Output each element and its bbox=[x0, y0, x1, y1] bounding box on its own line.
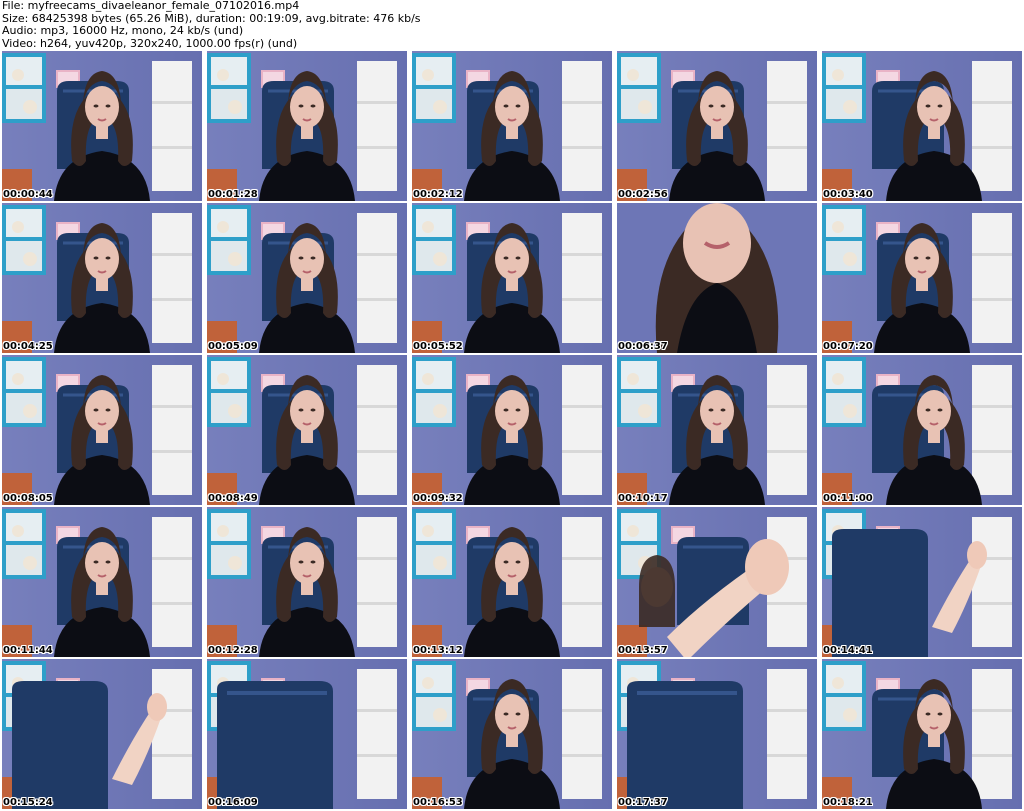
thumbnail-timestamp: 00:16:09 bbox=[208, 797, 258, 808]
thumbnail-frame-image bbox=[207, 355, 407, 505]
thumbnail-frame-image bbox=[822, 507, 1022, 657]
video-thumbnail: 00:14:41 bbox=[822, 507, 1022, 657]
thumbnail-timestamp: 00:16:53 bbox=[413, 797, 463, 808]
thumbnail-frame-image bbox=[207, 203, 407, 353]
audio-info-line: Audio: mp3, 16000 Hz, mono, 24 kb/s (und… bbox=[2, 24, 244, 37]
thumbnail-frame-image bbox=[207, 507, 407, 657]
video-thumbnail: 00:08:05 bbox=[2, 355, 202, 505]
video-thumbnail: 00:02:12 bbox=[412, 51, 612, 201]
video-thumbnail: 00:04:25 bbox=[2, 203, 202, 353]
video-thumbnail: 00:05:09 bbox=[207, 203, 407, 353]
thumbnail-timestamp: 00:13:57 bbox=[618, 645, 668, 656]
thumbnail-timestamp: 00:04:25 bbox=[3, 341, 53, 352]
video-thumbnail: 00:07:20 bbox=[822, 203, 1022, 353]
thumbnail-frame-image bbox=[617, 355, 817, 505]
thumbnail-frame-image bbox=[412, 51, 612, 201]
video-thumbnail: 00:06:37 bbox=[617, 203, 817, 353]
thumbnail-timestamp: 00:09:32 bbox=[413, 493, 463, 504]
thumbnail-frame-image bbox=[2, 203, 202, 353]
thumbnail-timestamp: 00:00:44 bbox=[3, 189, 53, 200]
video-info-line: Video: h264, yuv420p, 320x240, 1000.00 f… bbox=[2, 36, 298, 50]
file-name-line: File: myfreecams_divaeleanor_female_0710… bbox=[2, 0, 300, 12]
thumbnail-frame-image bbox=[617, 51, 817, 201]
file-info-header: File: myfreecams_divaeleanor_female_0710… bbox=[2, 0, 1022, 50]
thumbnail-frame-image bbox=[2, 51, 202, 201]
video-thumbnail: 00:10:17 bbox=[617, 355, 817, 505]
thumbnail-frame-image bbox=[822, 659, 1022, 809]
video-thumbnail: 00:09:32 bbox=[412, 355, 612, 505]
thumbnail-frame-image bbox=[207, 51, 407, 201]
thumbnail-timestamp: 00:18:21 bbox=[823, 797, 873, 808]
thumbnail-frame-image bbox=[2, 355, 202, 505]
thumbnail-timestamp: 00:02:12 bbox=[413, 189, 463, 200]
thumbnail-timestamp: 00:07:20 bbox=[823, 341, 873, 352]
video-thumbnail: 00:01:28 bbox=[207, 51, 407, 201]
thumbnail-timestamp: 00:11:00 bbox=[823, 493, 873, 504]
thumbnail-frame-image bbox=[412, 203, 612, 353]
thumbnail-frame-image bbox=[412, 355, 612, 505]
thumbnail-timestamp: 00:06:37 bbox=[618, 341, 668, 352]
video-thumbnail: 00:02:56 bbox=[617, 51, 817, 201]
video-thumbnail: 00:05:52 bbox=[412, 203, 612, 353]
thumbnail-timestamp: 00:08:49 bbox=[208, 493, 258, 504]
thumbnail-timestamp: 00:11:44 bbox=[3, 645, 53, 656]
video-thumbnail: 00:03:40 bbox=[822, 51, 1022, 201]
thumbnail-frame-image bbox=[412, 659, 612, 809]
video-thumbnail: 00:16:09 bbox=[207, 659, 407, 809]
thumbnail-frame-image bbox=[2, 659, 202, 809]
video-thumbnail: 00:17:37 bbox=[617, 659, 817, 809]
video-thumbnail: 00:13:57 bbox=[617, 507, 817, 657]
thumbnail-frame-image bbox=[412, 507, 612, 657]
video-thumbnail: 00:00:44 bbox=[2, 51, 202, 201]
video-thumbnail: 00:15:24 bbox=[2, 659, 202, 809]
thumbnail-frame-image bbox=[617, 659, 817, 809]
thumbnail-frame-image bbox=[822, 355, 1022, 505]
thumbnail-timestamp: 00:12:28 bbox=[208, 645, 258, 656]
thumbnail-timestamp: 00:15:24 bbox=[3, 797, 53, 808]
video-thumbnail: 00:12:28 bbox=[207, 507, 407, 657]
thumbnail-timestamp: 00:01:28 bbox=[208, 189, 258, 200]
thumbnail-frame-image bbox=[822, 203, 1022, 353]
thumbnail-timestamp: 00:05:09 bbox=[208, 341, 258, 352]
thumbnail-grid: 00:00:44 00:01:28 00:02:12 00:02:56 00:0… bbox=[2, 51, 1022, 809]
video-thumbnail: 00:13:12 bbox=[412, 507, 612, 657]
video-thumbnail: 00:18:21 bbox=[822, 659, 1022, 809]
thumbnail-frame-image bbox=[822, 51, 1022, 201]
thumbnail-timestamp: 00:14:41 bbox=[823, 645, 873, 656]
video-thumbnail: 00:16:53 bbox=[412, 659, 612, 809]
thumbnail-timestamp: 00:13:12 bbox=[413, 645, 463, 656]
thumbnail-timestamp: 00:10:17 bbox=[618, 493, 668, 504]
thumbnail-timestamp: 00:03:40 bbox=[823, 189, 873, 200]
video-thumbnail: 00:11:00 bbox=[822, 355, 1022, 505]
thumbnail-frame-image bbox=[207, 659, 407, 809]
thumbnail-timestamp: 00:02:56 bbox=[618, 189, 668, 200]
thumbnail-timestamp: 00:08:05 bbox=[3, 493, 53, 504]
thumbnail-frame-image bbox=[617, 203, 817, 353]
thumbnail-timestamp: 00:17:37 bbox=[618, 797, 668, 808]
video-thumbnail: 00:11:44 bbox=[2, 507, 202, 657]
thumbnail-frame-image bbox=[2, 507, 202, 657]
thumbnail-frame-image bbox=[617, 507, 817, 657]
thumbnail-timestamp: 00:05:52 bbox=[413, 341, 463, 352]
video-thumbnail: 00:08:49 bbox=[207, 355, 407, 505]
